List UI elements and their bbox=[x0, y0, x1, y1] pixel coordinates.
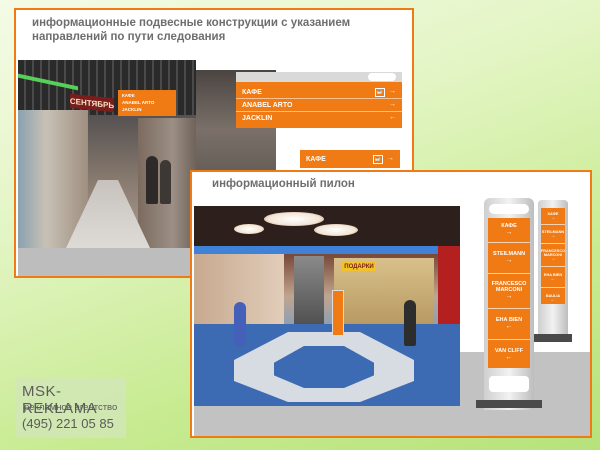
pylon-item: КАФЕ → bbox=[488, 218, 530, 243]
arrow-left-icon: ← bbox=[550, 275, 556, 282]
pylon-in-photo bbox=[332, 290, 344, 336]
brand-logo bbox=[489, 204, 529, 214]
arrow-right-icon: → bbox=[550, 232, 556, 239]
sign-row: ANABEL ARTO → bbox=[236, 99, 402, 112]
pylon-large-panel: КАФЕ → STEILMANN → FRANCESCO MARCONI → Е… bbox=[488, 218, 530, 368]
arrow-left-icon: ← bbox=[505, 323, 513, 330]
pylon-base bbox=[534, 334, 572, 342]
mall-atrium-photo: ПОДАРКИ bbox=[194, 206, 460, 406]
brand-logo bbox=[368, 73, 396, 81]
arrow-left-icon: ← bbox=[505, 354, 513, 361]
company-contact-block: MSK-REKLAMA рекламное агентство (495) 22… bbox=[16, 378, 126, 438]
panel-pylon: информационный пилон ПОДАРКИ КАФЕ → STEI… bbox=[190, 170, 592, 438]
cafe-cup-icon: ☕ bbox=[373, 154, 383, 164]
sign-row: JACKLIN ← bbox=[242, 114, 396, 122]
pylon-item: ЕНА BIEN ← bbox=[488, 309, 530, 340]
sign-cap bbox=[236, 72, 402, 82]
arrow-right-icon: → bbox=[505, 257, 513, 264]
mall-corridor-photo: СЕНТЯБРЬ КАФЕ ANABEL ARTO JACKLIN bbox=[18, 60, 196, 265]
cafe-cup-icon: ☕ bbox=[375, 87, 385, 97]
pylon-base bbox=[476, 400, 542, 408]
pylon-small-panel: КАФЕ → STEILMANN → FRANCESCO MARCONI → Е… bbox=[541, 208, 565, 304]
person-silhouette bbox=[234, 302, 246, 346]
pylon-large: КАФЕ → STEILMANN → FRANCESCO MARCONI → Е… bbox=[476, 198, 542, 410]
pylon-item: STEILMANN → bbox=[541, 225, 565, 244]
blue-light-band bbox=[194, 246, 460, 254]
arrow-right-icon: → bbox=[550, 255, 556, 262]
shop-right-sign bbox=[438, 246, 460, 326]
small-hanging-sign: КАФЕ ANABEL ARTO JACKLIN bbox=[118, 90, 176, 116]
arrow-right-icon: → bbox=[389, 88, 396, 95]
brand-logo bbox=[489, 376, 529, 392]
person-silhouette bbox=[160, 160, 171, 204]
phone-number: (495) 221 05 85 bbox=[22, 416, 114, 431]
store-sign: ПОДАРКИ bbox=[342, 262, 376, 271]
pylon-item: ЕНА BIEN ← bbox=[541, 267, 565, 288]
company-tagline: рекламное агентство bbox=[24, 402, 118, 413]
arrow-right-icon: → bbox=[550, 214, 556, 221]
sign-row: КАФЕ ☕ → bbox=[236, 86, 402, 99]
ceiling-light bbox=[264, 212, 324, 226]
escalator bbox=[294, 256, 324, 326]
pylon-item: FRANCESCO MARCONI → bbox=[488, 274, 530, 309]
ceiling-light bbox=[234, 224, 264, 234]
arrow-right-icon: → bbox=[387, 155, 394, 162]
panel2-title: информационный пилон bbox=[212, 178, 355, 190]
arrow-left-icon: ← bbox=[389, 114, 396, 121]
arrow-right-icon: → bbox=[505, 293, 513, 300]
arrow-right-icon: → bbox=[505, 229, 513, 236]
person-silhouette bbox=[146, 156, 158, 204]
pylon-item: FRANCESCO MARCONI → bbox=[541, 244, 565, 267]
lower-hanging-sign: КАФЕ ☕ → bbox=[300, 150, 400, 168]
main-hanging-sign: КАФЕ ☕ → ANABEL ARTO → JACKLIN ← bbox=[236, 72, 402, 128]
panel1-title: информационные подвесные конструкции с у… bbox=[32, 17, 351, 43]
arrow-right-icon: → bbox=[389, 101, 396, 108]
pylon-small: КАФЕ → STEILMANN → FRANCESCO MARCONI → Е… bbox=[534, 200, 572, 342]
pylon-item: КАФЕ → bbox=[541, 208, 565, 225]
pylon-item: STEILMANN → bbox=[488, 243, 530, 274]
arrow-left-icon: ← bbox=[550, 296, 556, 303]
pylon-item: VAN CLIFF ← bbox=[494, 348, 524, 361]
person-silhouette bbox=[404, 300, 416, 346]
ceiling-light bbox=[314, 224, 358, 236]
pylon-item: BAULIA ← bbox=[545, 293, 561, 303]
